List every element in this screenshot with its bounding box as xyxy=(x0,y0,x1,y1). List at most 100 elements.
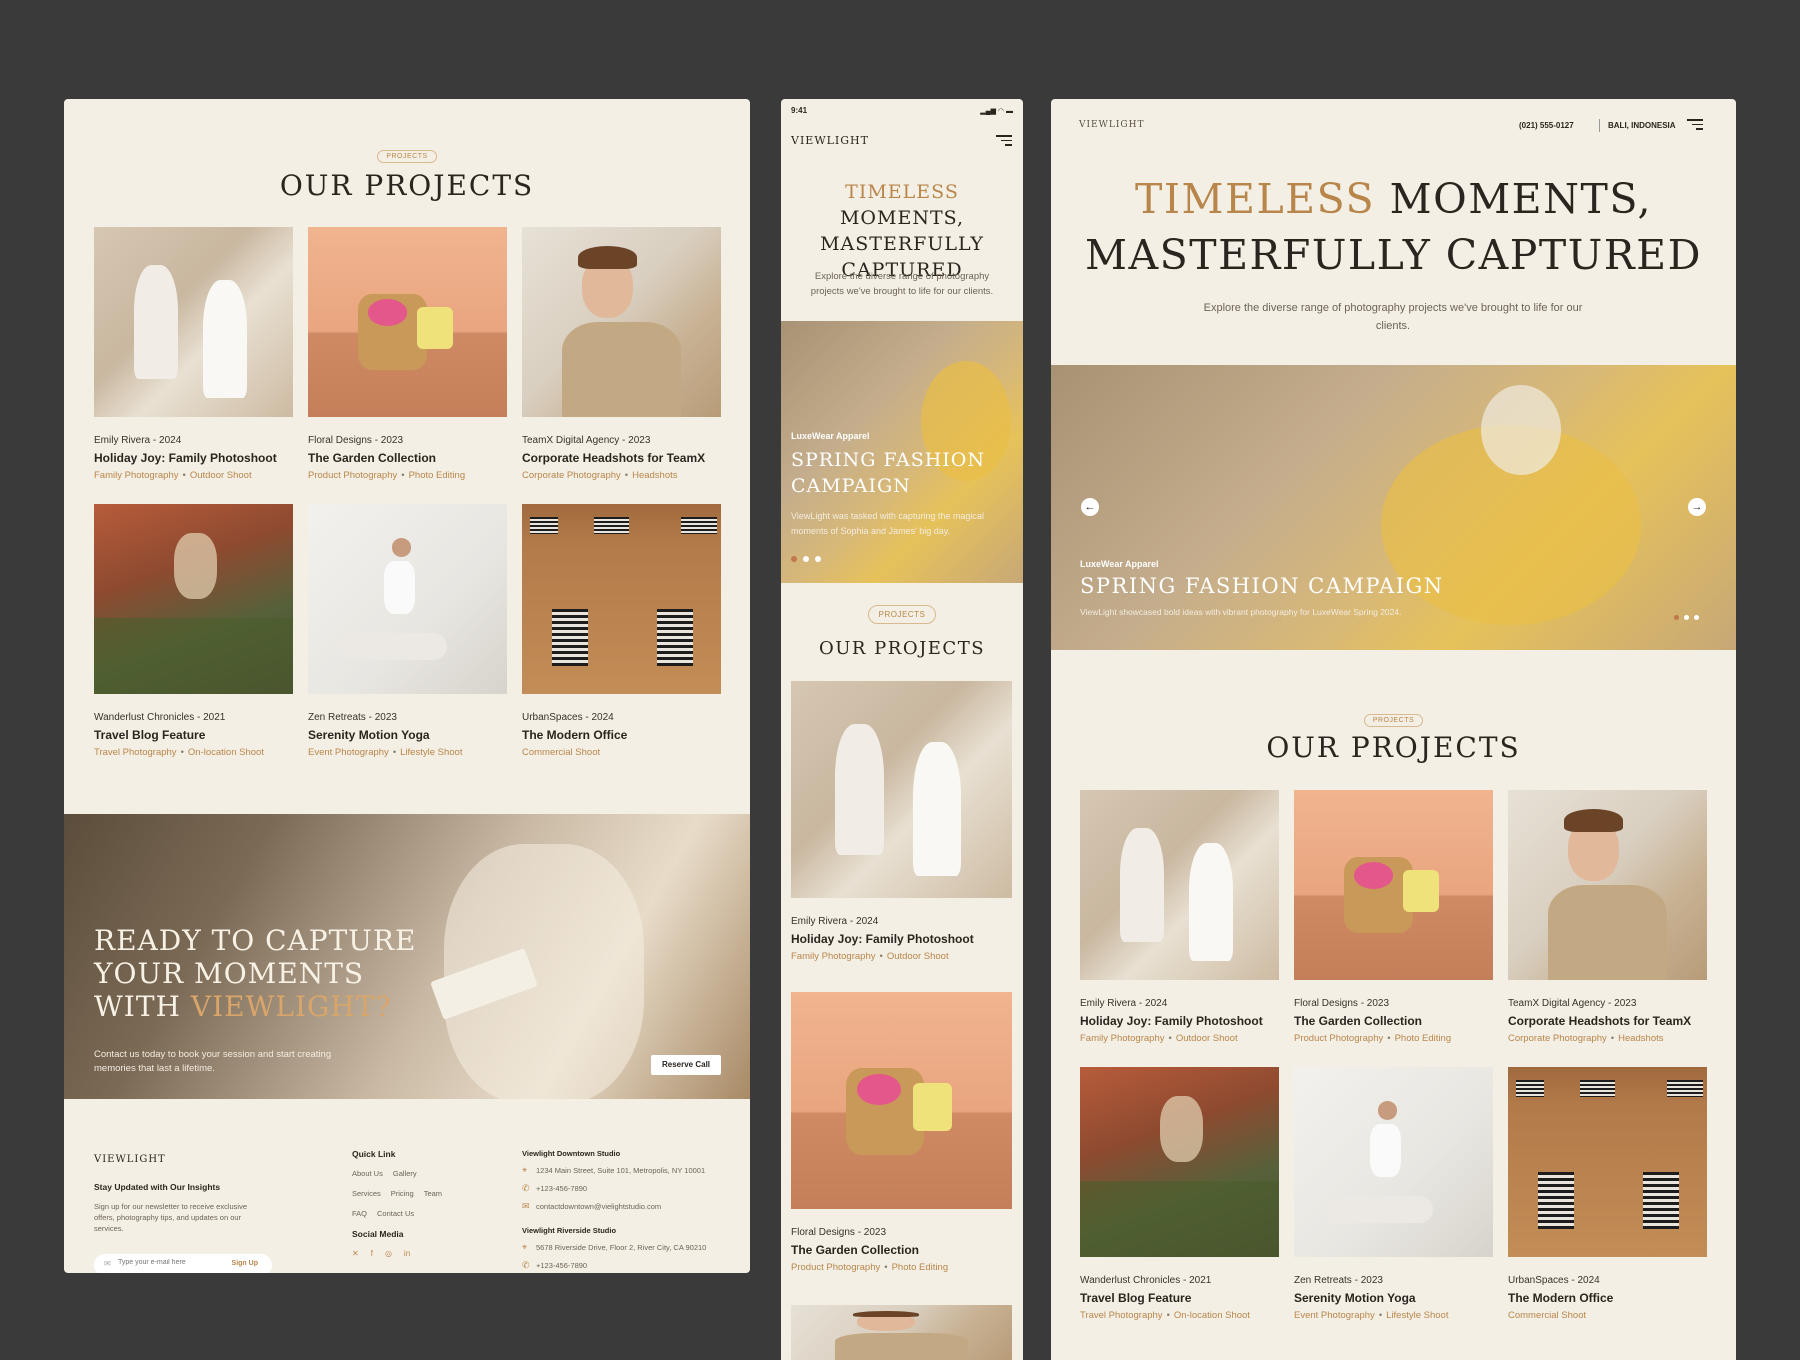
project-card[interactable]: TeamX Digital Agency - 2023Corporate Hea… xyxy=(522,227,721,481)
project-title[interactable]: Holiday Joy: Family Photoshoot xyxy=(791,932,1012,946)
project-card[interactable]: UrbanSpaces - 2024 The Modern Office Comme… xyxy=(1508,1067,1707,1321)
project-card[interactable]: Wanderlust Chronicles - 2021 Travel Blog … xyxy=(1080,1067,1279,1321)
header-phone[interactable]: (021) 555-0127 xyxy=(1519,121,1574,130)
project-meta: Emily Rivera - 2024 xyxy=(94,435,182,446)
project-tag[interactable]: Corporate Photography xyxy=(1508,1033,1607,1044)
menu-icon[interactable] xyxy=(1687,119,1703,130)
project-tag[interactable]: Photo Editing xyxy=(409,470,466,481)
project-tag[interactable]: Product Photography xyxy=(791,1262,880,1273)
project-card[interactable]: Floral Designs - 2023 The Garden Collecti… xyxy=(308,227,507,481)
project-title[interactable]: Holiday Joy: Family Photoshoot xyxy=(1080,1014,1279,1028)
project-tag[interactable]: Corporate Photography xyxy=(522,470,621,481)
project-tag[interactable]: Photo Editing xyxy=(892,1262,949,1273)
project-card[interactable]: Emily Rivera - 2024 Holiday Joy: Family P… xyxy=(94,227,293,481)
family-photo[interactable] xyxy=(1080,790,1279,980)
project-tag[interactable]: Lifestyle Shoot xyxy=(400,747,462,758)
signup-button[interactable]: Sign Up xyxy=(232,1260,258,1267)
project-title[interactable]: Holiday Joy: Family Photoshoot xyxy=(94,451,293,465)
project-title[interactable]: The Garden Collection xyxy=(791,1243,1012,1257)
slide-dots[interactable] xyxy=(1674,615,1699,620)
canyon-photo[interactable] xyxy=(94,504,293,694)
project-tag[interactable]: Headshots xyxy=(1618,1033,1663,1044)
project-tag[interactable]: Lifestyle Shoot xyxy=(1386,1310,1448,1321)
project-card[interactable]: Floral Designs - 2023 The Garden Collecti… xyxy=(1294,790,1493,1044)
project-tag[interactable]: Headshots xyxy=(632,470,677,481)
project-card[interactable]: UrbanSpaces - 2024 The Modern Office Comme… xyxy=(522,504,721,758)
project-title[interactable]: Corporate Headshots for TeamX xyxy=(1508,1014,1707,1028)
project-tag[interactable]: Product Photography xyxy=(1294,1033,1383,1044)
headshot-photo[interactable] xyxy=(1508,790,1707,980)
project-tag[interactable]: Photo Editing xyxy=(1395,1033,1452,1044)
project-tag[interactable]: Family Photography xyxy=(94,470,178,481)
arrow-left-icon[interactable]: ← xyxy=(1081,498,1099,516)
menu-icon[interactable] xyxy=(996,135,1012,146)
project-title[interactable]: The Garden Collection xyxy=(308,451,507,465)
quick-link[interactable]: Pricing xyxy=(391,1189,414,1198)
project-title[interactable]: Serenity Motion Yoga xyxy=(1294,1291,1493,1305)
project-card[interactable]: TeamX Digital Agency - 2023Corporate Hea… xyxy=(1508,790,1707,1044)
header-brand[interactable]: VIEWLIGHT xyxy=(1079,120,1144,130)
family-photo[interactable] xyxy=(791,681,1012,898)
slide-dots[interactable] xyxy=(791,556,821,562)
quick-link[interactable]: Services xyxy=(352,1189,381,1198)
quick-link[interactable]: About Us xyxy=(352,1169,383,1178)
family-photo[interactable] xyxy=(94,227,293,417)
project-meta: Zen Retreats - 2023 xyxy=(1294,1275,1383,1286)
headshot-photo[interactable] xyxy=(522,227,721,417)
project-card[interactable]: Emily Rivera - 2024 Holiday Joy: Family P… xyxy=(791,681,1012,962)
project-title[interactable]: The Garden Collection xyxy=(1294,1014,1493,1028)
project-title[interactable]: Travel Blog Feature xyxy=(94,728,293,742)
project-tag[interactable]: Product Photography xyxy=(308,470,397,481)
project-tag[interactable]: Commercial Shoot xyxy=(1508,1310,1586,1321)
linkedin-icon[interactable]: in xyxy=(404,1249,410,1258)
mobile-slide[interactable]: LuxeWear Apparel SPRING FASHION CAMPAIGN … xyxy=(781,321,1023,583)
instagram-icon[interactable]: ◎ xyxy=(385,1249,392,1258)
reserve-call-button[interactable]: Reserve Call xyxy=(651,1055,721,1075)
studio2-address: ⌖ 5678 Riverside Drive, Floor 2, River Ci… xyxy=(522,1242,707,1252)
project-tag[interactable]: Travel Photography xyxy=(1080,1310,1163,1321)
project-title[interactable]: Travel Blog Feature xyxy=(1080,1291,1279,1305)
garden-basket-photo[interactable] xyxy=(791,992,1012,1209)
project-tag[interactable]: Event Photography xyxy=(308,747,389,758)
office-photo[interactable] xyxy=(522,504,721,694)
garden-basket-photo[interactable] xyxy=(1294,790,1493,980)
facebook-icon[interactable]: f xyxy=(371,1249,373,1258)
project-card[interactable]: Floral Designs - 2023 The Garden Collecti… xyxy=(791,992,1012,1273)
project-title[interactable]: Corporate Headshots for TeamX xyxy=(522,451,721,465)
project-card[interactable]: Zen Retreats - 2023 Serenity Motion Yoga E… xyxy=(1294,1067,1493,1321)
project-tag[interactable]: Travel Photography xyxy=(94,747,177,758)
canyon-photo[interactable] xyxy=(1080,1067,1279,1257)
project-tag[interactable]: Commercial Shoot xyxy=(522,747,600,758)
garden-basket-photo[interactable] xyxy=(308,227,507,417)
email-input[interactable] xyxy=(118,1259,228,1266)
project-tag[interactable]: Family Photography xyxy=(791,951,875,962)
project-card[interactable]: Zen Retreats - 2023 Serenity Motion Yoga E… xyxy=(308,504,507,758)
studio1-email[interactable]: ✉ contactdowntown@vielightstudio.com xyxy=(522,1201,661,1212)
mobile-brand[interactable]: VIEWLIGHT xyxy=(791,134,869,147)
quick-link[interactable]: FAQ xyxy=(352,1209,367,1218)
project-tag[interactable]: Event Photography xyxy=(1294,1310,1375,1321)
project-tag[interactable]: Outdoor Shoot xyxy=(1176,1033,1238,1044)
quick-link[interactable]: Contact Us xyxy=(377,1209,414,1218)
headshot-photo[interactable] xyxy=(791,1305,1012,1360)
x-icon[interactable]: ✕ xyxy=(352,1249,359,1258)
project-card[interactable]: Wanderlust Chronicles - 2021 Travel Blog … xyxy=(94,504,293,758)
project-tag[interactable]: Outdoor Shoot xyxy=(887,951,949,962)
project-tag[interactable]: Outdoor Shoot xyxy=(190,470,252,481)
project-title[interactable]: The Modern Office xyxy=(522,728,721,742)
yoga-photo[interactable] xyxy=(308,504,507,694)
yoga-photo[interactable] xyxy=(1294,1067,1493,1257)
mobile-hero-subtitle: Explore the diverse range of photography… xyxy=(810,271,994,297)
project-title[interactable]: The Modern Office xyxy=(1508,1291,1707,1305)
project-card[interactable]: TeamX Digital Agency - 2023Corporate Hea… xyxy=(791,1305,1012,1360)
project-tag[interactable]: On-location Shoot xyxy=(188,747,264,758)
project-title[interactable]: Serenity Motion Yoga xyxy=(308,728,507,742)
project-tag[interactable]: Family Photography xyxy=(1080,1033,1164,1044)
office-photo[interactable] xyxy=(1508,1067,1707,1257)
project-tag[interactable]: On-location Shoot xyxy=(1174,1310,1250,1321)
quick-link[interactable]: Gallery xyxy=(393,1169,417,1178)
quick-link[interactable]: Team xyxy=(424,1189,442,1198)
project-tags: Family Photography • Outdoor Shoot xyxy=(791,951,949,962)
arrow-right-icon[interactable]: → xyxy=(1688,498,1706,516)
project-card[interactable]: Emily Rivera - 2024 Holiday Joy: Family P… xyxy=(1080,790,1279,1044)
